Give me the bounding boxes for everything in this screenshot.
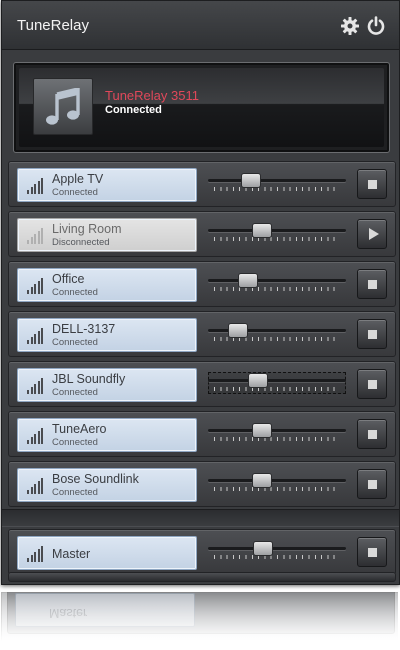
slider-track	[208, 279, 346, 282]
signal-strength-icon	[27, 428, 45, 444]
device-status: Connected	[52, 387, 98, 398]
device-name: Apple TV	[52, 172, 104, 186]
slider-thumb[interactable]	[252, 423, 272, 438]
device-status: Disconnected	[52, 237, 110, 248]
master-volume-slider[interactable]	[208, 540, 346, 562]
volume-slider[interactable]	[208, 422, 346, 444]
slider-ticks	[214, 387, 340, 391]
slider-ticks	[214, 437, 340, 441]
device-name: JBL Soundfly	[52, 372, 126, 386]
play-button[interactable]	[357, 219, 387, 249]
device-row-jbl-soundfly: JBL Soundfly Connected	[8, 361, 396, 407]
volume-slider[interactable]	[208, 472, 346, 494]
device-label-box: Bose Soundlink Connected	[17, 468, 197, 502]
signal-icon	[27, 546, 45, 562]
stop-icon	[368, 430, 377, 439]
slider-ticks	[214, 187, 340, 191]
volume-slider[interactable]	[208, 172, 346, 194]
device-name: TuneAero	[52, 422, 107, 436]
stop-icon	[368, 380, 377, 389]
device-name: Living Room	[52, 222, 122, 236]
volume-slider[interactable]	[208, 272, 346, 294]
device-name: Bose Soundlink	[52, 472, 139, 486]
slider-thumb[interactable]	[228, 323, 248, 338]
slider-track	[208, 379, 346, 382]
power-icon	[367, 16, 385, 35]
device-row-tuneaero: TuneAero Connected	[8, 411, 396, 457]
slider-ticks	[214, 287, 340, 291]
app-window: TuneRelay TuneRelay 3511 Connected Apple…	[1, 0, 400, 585]
slider-thumb[interactable]	[248, 373, 268, 388]
volume-slider[interactable]	[208, 322, 346, 344]
slider-thumb[interactable]	[252, 223, 272, 238]
slider-thumb[interactable]	[241, 173, 261, 188]
device-status: Connected	[52, 287, 98, 298]
device-row-apple-tv: Apple TV Connected	[8, 161, 396, 207]
stop-icon	[368, 330, 377, 339]
title-bar: TuneRelay	[2, 1, 399, 50]
device-label-box: DELL-3137 Connected	[17, 318, 197, 352]
master-row: Master	[8, 529, 396, 575]
now-playing-panel: TuneRelay 3511 Connected	[13, 62, 390, 153]
device-name: DELL-3137	[52, 322, 116, 336]
power-button[interactable]	[366, 16, 386, 36]
album-artwork	[33, 78, 93, 135]
stop-button[interactable]	[357, 319, 387, 349]
play-icon	[369, 228, 379, 240]
device-row-living-room: Living Room Disconnected	[8, 211, 396, 257]
stop-icon	[368, 280, 377, 289]
device-label-box: JBL Soundfly Connected	[17, 368, 197, 402]
slider-thumb[interactable]	[252, 473, 272, 488]
signal-strength-icon	[27, 328, 45, 344]
now-playing-status: Connected	[105, 104, 162, 116]
master-label-box: Master	[17, 536, 197, 570]
slider-track	[208, 479, 346, 482]
device-row-dell-3137: DELL-3137 Connected	[8, 311, 396, 357]
device-status: Connected	[52, 487, 98, 498]
signal-strength-icon	[27, 478, 45, 494]
now-playing-name: TuneRelay 3511	[105, 88, 199, 103]
music-note-icon	[46, 88, 80, 125]
stop-icon	[368, 480, 377, 489]
slider-track	[208, 429, 346, 432]
stop-button[interactable]	[357, 369, 387, 399]
device-label-box: Office Connected	[17, 268, 197, 302]
gear-icon	[341, 17, 359, 35]
stop-button[interactable]	[357, 269, 387, 299]
app-title: TuneRelay	[17, 17, 89, 34]
master-divider	[2, 509, 399, 527]
stop-button[interactable]	[357, 419, 387, 449]
device-status: Connected	[52, 187, 98, 198]
device-status: Connected	[52, 437, 98, 448]
volume-slider[interactable]	[208, 222, 346, 244]
device-row-bose-soundlink: Bose Soundlink Connected	[8, 461, 396, 507]
signal-strength-icon	[27, 278, 45, 294]
slider-thumb[interactable]	[238, 273, 258, 288]
master-label: Master	[52, 547, 91, 561]
slider-track	[208, 229, 346, 232]
stop-button[interactable]	[357, 169, 387, 199]
device-name: Office	[52, 272, 85, 286]
settings-button[interactable]	[340, 16, 360, 36]
master-stop-button[interactable]	[357, 537, 387, 567]
volume-slider[interactable]	[208, 372, 346, 394]
stop-button[interactable]	[357, 469, 387, 499]
slider-ticks	[214, 237, 340, 241]
slider-ticks	[214, 487, 340, 491]
bottom-panel-edge	[8, 572, 396, 582]
window-reflection: Master	[1, 592, 398, 650]
device-label-box: Apple TV Connected	[17, 168, 197, 202]
device-row-office: Office Connected	[8, 261, 396, 307]
device-label-box: Living Room Disconnected	[17, 218, 197, 252]
slider-track	[208, 179, 346, 182]
slider-thumb[interactable]	[253, 541, 273, 556]
device-label-box: TuneAero Connected	[17, 418, 197, 452]
signal-strength-icon	[27, 178, 45, 194]
signal-strength-icon	[27, 378, 45, 394]
signal-strength-icon	[27, 228, 45, 244]
stop-icon	[368, 180, 377, 189]
device-status: Connected	[52, 337, 98, 348]
stop-icon	[368, 548, 377, 557]
